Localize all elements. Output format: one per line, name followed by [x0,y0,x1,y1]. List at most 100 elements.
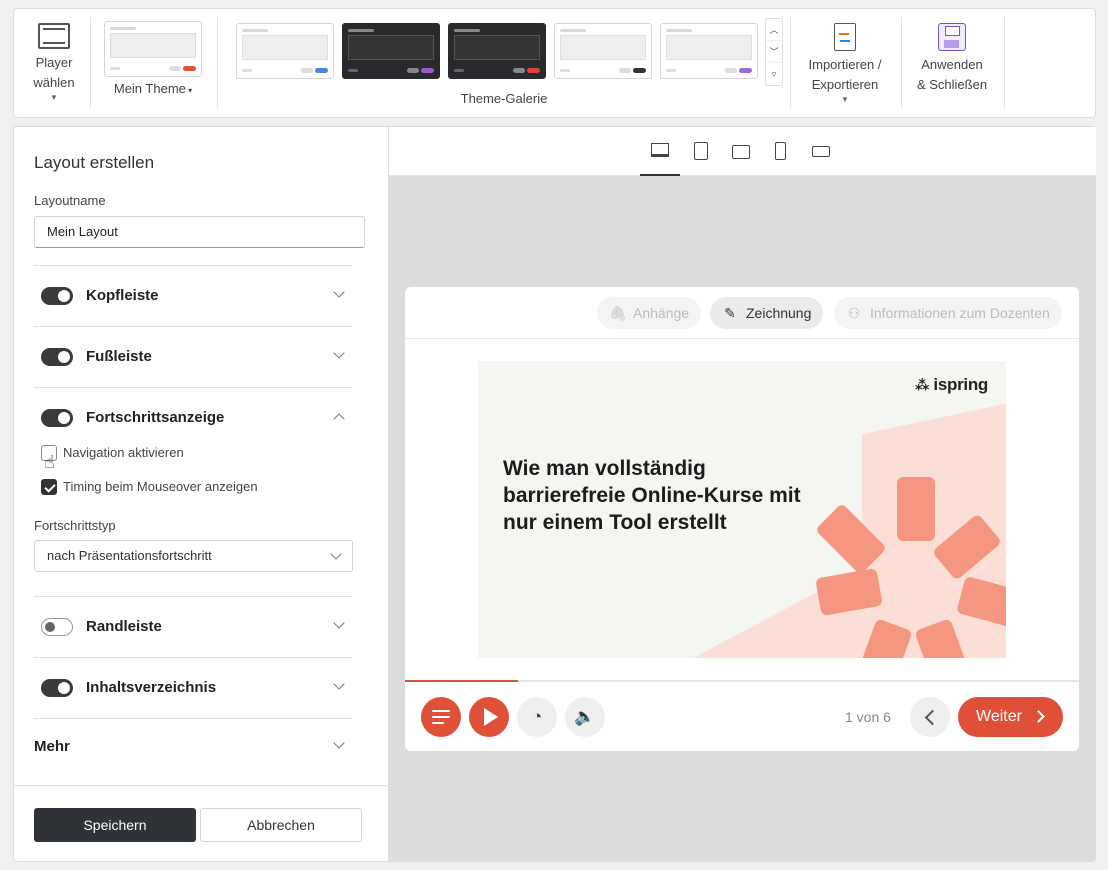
presenter-info-button[interactable]: ⚇ Informationen zum Dozenten [834,297,1062,329]
divider [14,785,388,786]
ribbon-separator [217,17,218,109]
progress-type-select[interactable]: nach Präsentationsfortschritt [34,540,353,572]
save-disk-icon [938,23,966,51]
choose-player-button[interactable]: Player wählen ▼ [22,19,86,103]
theme-thumbnail-1[interactable] [236,23,334,79]
import-export-icon [834,23,856,51]
divider [34,596,353,597]
header-bar-toggle[interactable] [41,287,73,305]
slide-headline: Wie man vollständig barrierefreie Online… [503,457,801,534]
dropdown-caret-icon: ▼ [50,93,58,102]
layout-name-input[interactable]: Mein Layout [34,216,365,248]
my-theme-label: Mein Theme [113,81,186,96]
section-progress-bar[interactable]: Fortschrittsanzeige [34,398,353,438]
play-button[interactable] [469,697,509,737]
slide-progress-fill [405,680,518,682]
ribbon-separator [90,17,91,109]
apply-close-button[interactable]: Anwenden & Schließen [908,19,996,95]
divider [34,265,353,266]
phone-landscape-icon[interactable] [812,146,830,157]
section-sidebar[interactable]: Randleiste [34,607,353,647]
panel-title: Layout erstellen [34,153,155,172]
next-slide-button[interactable]: Weiter [958,697,1063,737]
player-top-bar: 🖇 Anhänge ✎ Zeichnung ⚇ Informationen zu… [405,287,1079,339]
divider [34,387,353,388]
import-export-button[interactable]: Importieren / Exportieren ▼ [799,19,891,105]
chevron-down-icon[interactable] [333,286,345,298]
playback-speed-button[interactable]: ◔ [517,697,557,737]
navigation-checkbox-label: Navigation aktivieren [63,445,184,460]
timing-checkbox[interactable] [41,479,57,495]
theme-gallery-label: Theme-Galerie [460,91,548,106]
logo-petal-shape [897,477,935,541]
section-toc-label: Inhaltsverzeichnis [86,679,217,696]
phone-portrait-icon[interactable] [775,142,786,160]
theme-thumbnail-4[interactable] [554,23,652,79]
divider [34,657,353,658]
ribbon-separator [790,17,791,109]
drawing-button[interactable]: ✎ Zeichnung [710,297,824,329]
attachments-button[interactable]: 🖇 Anhänge [597,297,702,329]
next-slide-label: Weiter [976,708,1022,725]
preview-area: 🖇 Anhänge ✎ Zeichnung ⚇ Informationen zu… [389,126,1096,862]
presenter-info-label: Informationen zum Dozenten [870,305,1050,321]
chevron-down-icon[interactable] [333,737,345,749]
menu-button[interactable] [421,697,461,737]
gallery-scroll-down-icon[interactable]: ﹀ [766,41,782,63]
theme-thumbnail-3[interactable] [448,23,546,79]
layout-panel: Layout erstellen Layoutname Mein Layout … [13,126,389,862]
my-theme-button[interactable]: Mein Theme ▾ [104,21,202,101]
slide-progress-bar[interactable] [405,680,1079,682]
ispring-logo-text: ispring [933,375,988,394]
section-sidebar-label: Randleiste [86,618,162,635]
chevron-down-icon[interactable] [333,678,345,690]
layout-name-label: Layoutname [34,193,106,208]
hand-cursor-icon: ☝ [44,452,55,472]
theme-thumbnail-2[interactable] [342,23,440,79]
my-theme-thumbnail [104,21,202,77]
tablet-landscape-icon[interactable] [732,145,750,159]
section-header-bar[interactable]: Kopfleiste [34,276,353,316]
pen-icon: ✎ [724,305,736,321]
chevron-down-icon[interactable] [333,617,345,629]
sidebar-toggle[interactable] [41,618,73,636]
drawing-label: Zeichnung [746,305,812,321]
attachments-label: Anhänge [633,305,690,321]
speaker-icon: 🔈 [574,707,596,726]
play-icon [484,708,498,726]
speedometer-icon: ◔ [531,707,543,726]
toc-toggle[interactable] [41,679,73,697]
player-preview: 🖇 Anhänge ✎ Zeichnung ⚇ Informationen zu… [405,287,1079,751]
cancel-button[interactable]: Abbrechen [200,808,362,842]
import-export-label-line1: Importieren / [808,57,882,72]
section-footer-bar[interactable]: Fußleiste [34,337,353,377]
paperclip-icon: 🖇 [609,305,627,321]
previous-slide-button[interactable] [910,697,950,737]
import-export-label-line2: Exportieren [811,77,879,92]
progress-type-label: Fortschrittstyp [34,518,116,533]
choose-player-label-line2: wählen [33,75,75,90]
chevron-down-icon [330,548,342,560]
divider [34,326,353,327]
choose-player-label-line1: Player [35,55,73,70]
gallery-expand-icon[interactable]: ▿ [766,63,782,85]
section-toc[interactable]: Inhaltsverzeichnis [34,668,353,708]
ispring-logo: ⁂ ispring [914,375,988,394]
gallery-scroller: ︿ ﹀ ▿ [765,18,783,86]
volume-button[interactable]: 🔈 [565,697,605,737]
gallery-scroll-up-icon[interactable]: ︿ [766,19,782,41]
divider [34,718,353,719]
theme-thumbnail-5[interactable] [660,23,758,79]
chevron-up-icon[interactable] [333,413,345,425]
dropdown-caret-icon: ▾ [185,86,193,95]
section-header-bar-label: Kopfleiste [86,287,159,304]
section-more-label: Mehr [34,738,70,755]
tablet-portrait-icon[interactable] [694,142,708,160]
progress-bar-toggle[interactable] [41,409,73,427]
slide-canvas: ⁂ ispring Wie man vollständig barrierefr… [478,361,1006,658]
desktop-device-icon[interactable] [640,143,680,176]
footer-bar-toggle[interactable] [41,348,73,366]
section-more[interactable]: Mehr [34,727,353,767]
chevron-down-icon[interactable] [333,347,345,359]
save-button[interactable]: Speichern [34,808,196,842]
